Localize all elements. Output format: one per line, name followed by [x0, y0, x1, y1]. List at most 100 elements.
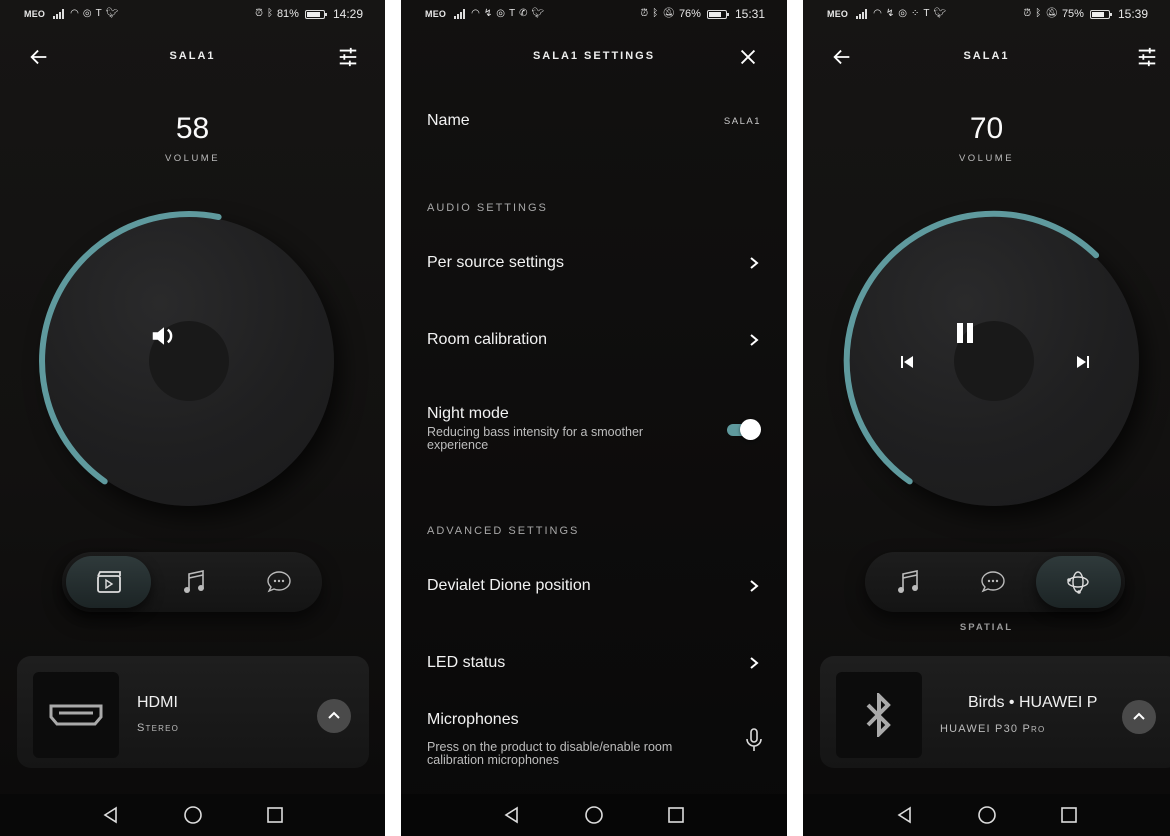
sliders-icon — [339, 47, 357, 67]
alarm-icon: ⏰︎ — [1023, 8, 1032, 19]
source-art — [33, 672, 119, 758]
twitter-icon: 🐦︎ — [531, 8, 545, 19]
volume-label: VOLUME — [958, 153, 1015, 164]
battery-fill — [1091, 11, 1104, 17]
missed-call-icon: ↯ — [885, 8, 895, 19]
room-calibration-row[interactable]: Room calibration — [427, 331, 761, 349]
mode-music[interactable] — [865, 556, 950, 608]
led-status-label: LED status — [427, 654, 506, 671]
skip-next-icon — [1077, 356, 1089, 368]
now-playing-card[interactable]: Birds • HUAWEI P HUAWEI P30 Pro — [820, 656, 1170, 768]
triangle-back-icon — [504, 806, 518, 824]
chevron-right-icon — [750, 657, 759, 669]
skip-previous-icon — [901, 356, 913, 368]
section-audio-settings: AUDIO SETTINGS — [427, 202, 548, 214]
arrow-left-icon — [833, 49, 850, 65]
status-bar: MEO ◠ ↯ ◎ T ✆ 🐦︎ ⏰︎ ᛒ 🔕︎ 76% 15:31 — [401, 0, 787, 28]
nav-back-button[interactable] — [502, 805, 522, 825]
volume-value: 70 — [969, 112, 1004, 145]
signal-icon — [454, 9, 466, 19]
close-button[interactable] — [735, 44, 761, 70]
nav-recents-button[interactable] — [265, 805, 285, 825]
night-mode-toggle[interactable] — [725, 419, 761, 440]
microphones-row[interactable]: Microphones Press on the product to disa… — [427, 711, 762, 767]
settings-button[interactable] — [1134, 44, 1160, 70]
battery-percent: 75% — [1061, 8, 1084, 20]
nav-recents-button[interactable] — [666, 805, 686, 825]
battery-icon — [1089, 9, 1112, 19]
square-recents-icon — [668, 807, 684, 823]
page-title: SALA1 SETTINGS — [532, 50, 656, 62]
mode-switcher — [62, 552, 322, 612]
volume-dial[interactable] — [36, 208, 342, 514]
back-button[interactable] — [26, 44, 52, 70]
clock: 14:29 — [332, 7, 363, 21]
battery-fill — [708, 11, 721, 17]
nav-home-button[interactable] — [584, 805, 604, 825]
nav-home-button[interactable] — [183, 805, 203, 825]
chevron-right-icon — [750, 257, 759, 269]
twitter-icon: 🐦︎ — [933, 8, 947, 19]
clapperboard-icon — [96, 571, 121, 593]
back-button[interactable] — [829, 44, 855, 70]
mute-button[interactable] — [149, 321, 229, 401]
chevron-up-icon — [328, 711, 340, 719]
settings-button[interactable] — [335, 44, 361, 70]
whatsapp-icon: ✆ — [519, 8, 528, 19]
mode-movie[interactable] — [66, 556, 152, 608]
source-title: HDMI — [137, 694, 178, 711]
twitter-icon: 🐦︎ — [105, 8, 119, 19]
tesla-icon: T — [923, 8, 930, 19]
circle-home-icon — [977, 806, 996, 824]
alarm-icon: ⏰︎ — [255, 8, 263, 19]
circle-home-icon — [183, 806, 202, 824]
chevron-right-icon — [750, 334, 759, 346]
battery-icon — [304, 9, 327, 19]
volume-label: VOLUME — [164, 153, 221, 164]
night-mode-row: Night mode Reducing bass intensity for a… — [427, 405, 761, 452]
tesla-icon: T — [95, 8, 102, 19]
source-device: HUAWEI P30 Pro — [940, 723, 1046, 735]
nav-back-button[interactable] — [895, 805, 915, 825]
arrow-left-icon — [30, 49, 47, 65]
per-source-settings-row[interactable]: Per source settings — [427, 254, 761, 272]
mode-voice[interactable] — [950, 556, 1035, 608]
mode-music[interactable] — [151, 556, 236, 608]
dots-icon: ⁘ — [910, 8, 920, 19]
header: SALA1 — [803, 36, 1170, 76]
chat-bubble-icon — [981, 571, 1005, 593]
mode-spatial[interactable] — [1035, 556, 1121, 608]
nav-back-button[interactable] — [101, 805, 121, 825]
nav-home-button[interactable] — [977, 805, 997, 825]
square-recents-icon — [1060, 807, 1077, 823]
alarm-icon: ⏰︎ — [640, 8, 649, 19]
music-note-icon — [183, 570, 204, 593]
expand-button[interactable] — [1122, 700, 1156, 734]
wifi-icon: ◠ — [873, 8, 882, 19]
track-title: Birds • HUAWEI P — [968, 694, 1098, 711]
expand-button[interactable] — [317, 699, 351, 733]
battery-icon — [706, 9, 729, 19]
chat-bubble-icon — [267, 571, 292, 593]
status-bar: MEO ◠ ◎ T 🐦︎ ⏰︎ ᛒ 81% 14:29 — [0, 0, 385, 28]
carrier-label: MEO — [24, 9, 46, 19]
led-status-row[interactable]: LED status — [427, 654, 761, 672]
spatial-orbit-icon — [1067, 571, 1090, 594]
status-bar: MEO ◠ ↯ ◎ ⁘ T 🐦︎ ⏰︎ ᛒ 🔕︎ 75% 15:39 — [803, 0, 1170, 28]
battery-fill — [306, 11, 320, 17]
pause-button[interactable] — [954, 321, 1034, 401]
bluetooth-icon — [866, 693, 891, 737]
battery-percent: 81% — [276, 8, 299, 20]
microphones-description: Press on the product to disable/enable r… — [427, 740, 673, 767]
bluetooth-icon: ᛒ — [266, 8, 273, 19]
nav-recents-button[interactable] — [1059, 805, 1079, 825]
volume-dial[interactable] — [841, 208, 1147, 514]
name-row[interactable]: Name SALA1 — [427, 112, 761, 130]
android-nav-bar — [0, 794, 385, 836]
dione-position-row[interactable]: Devialet Dione position — [427, 577, 761, 595]
screen-volume-spatial: MEO ◠ ↯ ◎ ⁘ T 🐦︎ ⏰︎ ᛒ 🔕︎ 75% 15:39 SALA1… — [803, 0, 1170, 836]
now-playing-card[interactable]: HDMI Stereo — [17, 656, 369, 768]
data-saver-icon: ◎ — [496, 8, 505, 19]
signal-icon — [53, 9, 65, 19]
mode-voice[interactable] — [237, 556, 322, 608]
